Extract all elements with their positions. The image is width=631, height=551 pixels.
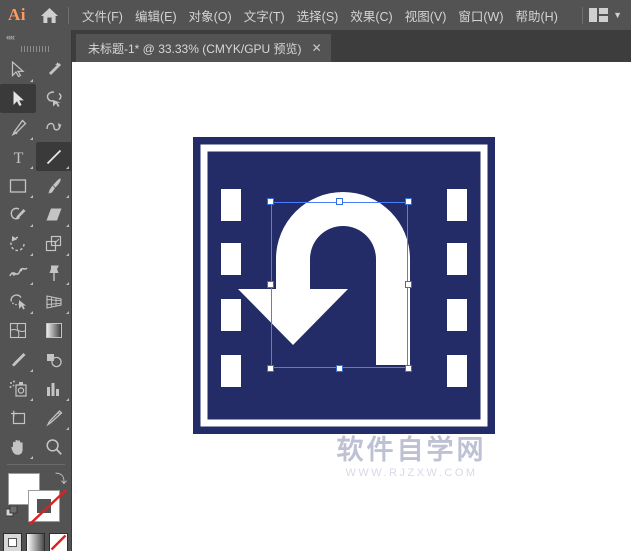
hand-icon [9,438,27,456]
eyedropper-tool[interactable] [0,345,36,374]
none-swatch-icon [50,534,67,551]
tools-panel: «« [0,30,72,551]
pushpin-icon [46,264,62,282]
workspace-switcher[interactable]: ▼ [589,8,631,22]
shape-builder-icon [9,293,28,310]
mesh-tool[interactable] [0,316,36,345]
line-diagonal-icon [45,148,63,166]
arrow-solid-icon [12,90,25,107]
shaper-pencil-icon [9,206,27,224]
eyedropper-icon [10,351,27,369]
width-tool[interactable] [0,258,36,287]
rotate-icon [9,235,27,253]
slice-knife-icon [45,409,63,427]
watermark-url: WWW.RJZXW.COM [304,467,519,479]
drag-grip-icon[interactable] [0,43,71,55]
menu-window[interactable]: 窗口(W) [452,0,509,30]
curvature-icon [45,119,63,136]
rectangle-icon [9,178,27,194]
gradient-icon [45,322,63,339]
symbol-sprayer-icon [9,380,28,398]
none-slash-icon [26,488,70,526]
symbol-sprayer-tool[interactable] [0,374,36,403]
color-controls: ⤵ [0,468,72,530]
free-transform-tool[interactable] [36,258,72,287]
app-logo: Ai [0,0,34,30]
swap-fill-stroke-icon[interactable]: ⤵ [55,470,67,487]
workspace-divider [582,7,583,24]
magic-wand-tool[interactable] [36,55,72,84]
color-mode-gradient[interactable] [26,533,45,551]
direct-selection-tool[interactable] [0,84,36,113]
document-canvas[interactable]: 软件自学网 WWW.RJZXW.COM [72,62,631,551]
column-graph-tool[interactable] [36,374,72,403]
scale-icon [45,235,63,253]
document-tab-bar: 未标题-1* @ 33.33% (CMYK/GPU 预览) ✕ [72,30,631,62]
hand-tool[interactable] [0,432,36,461]
menu-select[interactable]: 选择(S) [291,0,345,30]
perspective-grid-icon [45,294,63,310]
selection-tool[interactable] [0,55,36,84]
magnifier-icon [45,438,63,456]
watermark: 软件自学网 WWW.RJZXW.COM [304,437,519,479]
eraser-icon [45,207,63,222]
gradient-tool[interactable] [36,316,72,345]
color-mode-solid[interactable] [3,533,22,551]
rectangle-tool[interactable] [0,171,36,200]
menu-bar: Ai 文件(F) 编辑(E) 对象(O) 文字(T) 选择(S) 效果(C) 视… [0,0,631,30]
pen-icon [10,119,27,136]
collapse-panel-button[interactable]: «« [0,30,71,43]
menu-file[interactable]: 文件(F) [76,0,129,30]
lasso-tool[interactable] [36,84,72,113]
type-T-icon: T [11,149,26,165]
workspace-layout-icon [589,8,608,22]
menu-edit[interactable]: 编辑(E) [129,0,183,30]
document-tab-label: 未标题-1* @ 33.33% (CMYK/GPU 预览) [88,40,302,57]
blend-tool[interactable] [36,345,72,374]
watermark-title: 软件自学网 [304,437,519,464]
mesh-icon [9,322,27,339]
illustrator-window: Ai 文件(F) 编辑(E) 对象(O) 文字(T) 选择(S) 效果(C) 视… [0,0,631,551]
menu-type[interactable]: 文字(T) [238,0,291,30]
magic-wand-icon [46,61,63,78]
close-icon[interactable]: ✕ [312,42,322,54]
chevron-down-icon[interactable]: ▼ [613,11,622,20]
color-mode-row [0,533,71,551]
curvature-tool[interactable] [36,113,72,142]
zoom-tool[interactable] [36,432,72,461]
tool-grid: T [0,55,72,461]
lasso-icon [45,90,63,108]
paintbrush-icon [46,177,63,195]
type-tool[interactable]: T [0,142,36,171]
arrow-outline-icon [11,61,26,78]
menu-object[interactable]: 对象(O) [183,0,238,30]
default-fill-stroke-icon[interactable] [6,506,18,518]
menu-effect[interactable]: 效果(C) [344,0,398,30]
menu-divider [68,7,69,24]
document-tab[interactable]: 未标题-1* @ 33.33% (CMYK/GPU 预览) ✕ [76,34,331,62]
color-mode-none[interactable] [49,533,68,551]
eraser-tool[interactable] [36,200,72,229]
perspective-grid-tool[interactable] [36,287,72,316]
u-turn-road-sign[interactable] [193,137,495,434]
artboard-icon [9,409,27,426]
shape-builder-tool[interactable] [0,287,36,316]
menu-view[interactable]: 视图(V) [399,0,453,30]
line-segment-tool[interactable] [36,142,72,171]
toolbar-divider [7,464,65,465]
shaper-tool[interactable] [0,200,36,229]
slice-tool[interactable] [36,403,72,432]
blend-icon [45,352,63,368]
menu-help[interactable]: 帮助(H) [510,0,564,30]
pen-tool[interactable] [0,113,36,142]
stroke-swatch[interactable] [28,490,60,522]
scale-tool[interactable] [36,229,72,258]
bar-chart-icon [45,381,63,397]
svg-text:T: T [13,150,23,165]
rotate-tool[interactable] [0,229,36,258]
home-icon[interactable] [34,0,64,30]
artboard-tool[interactable] [0,403,36,432]
paintbrush-tool[interactable] [36,171,72,200]
width-warp-icon [9,265,28,281]
